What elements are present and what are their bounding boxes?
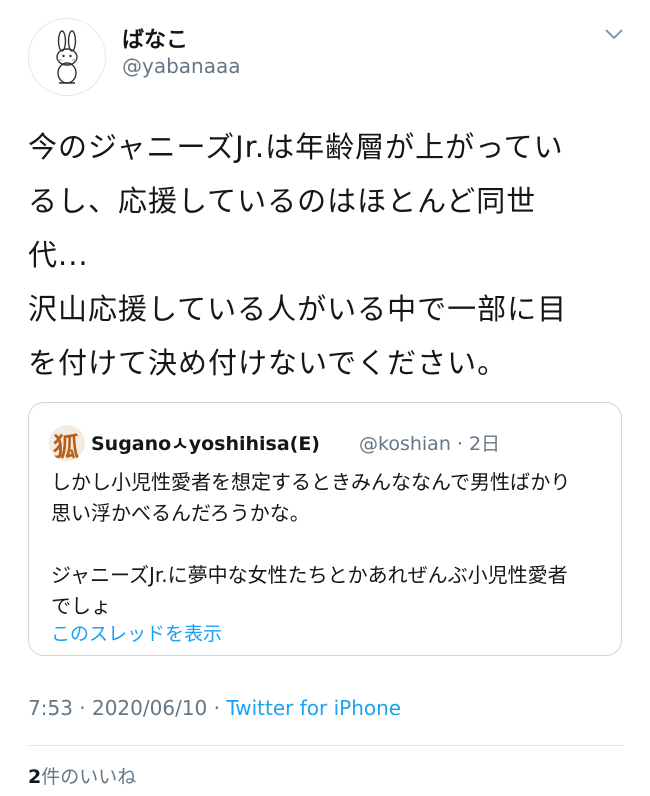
show-thread-link[interactable]: このスレッドを表示: [51, 619, 222, 646]
likes-label: 件のいいね: [41, 766, 137, 788]
avatar-rabbit-icon: [56, 30, 78, 84]
avatar[interactable]: [28, 18, 106, 96]
divider: [28, 745, 624, 746]
display-name[interactable]: ばなこ: [122, 22, 188, 54]
likes-number: 2: [28, 766, 42, 788]
likes-count[interactable]: 2件のいいね: [28, 762, 136, 789]
source-link[interactable]: Twitter for iPhone: [226, 696, 401, 720]
chevron-down-icon[interactable]: [600, 24, 628, 44]
tweet-header: ばなこ @yabanaaa: [28, 18, 628, 96]
fox-avatar-icon: 狐: [49, 425, 85, 461]
tweet-meta: 7:53 · 2020/06/10 · Twitter for iPhone: [28, 696, 401, 720]
quoted-tweet[interactable]: 狐 Suganoㅅyoshihisa(E) @koshian · 2日 しかし小…: [28, 402, 622, 656]
tweet-text: 今のジャニーズJr.は年齢層が上がってい るし、応援しているのはほとんど同世 代…: [28, 130, 568, 380]
user-handle[interactable]: @yabanaaa: [122, 54, 241, 78]
quoted-display-name: Suganoㅅyoshihisa(E): [91, 433, 320, 455]
quoted-tweet-text: しかし小児性愛者を想定するときみんななんで男性ばかり 思い浮かべるんだろうかな。…: [51, 470, 571, 618]
quoted-handle-time: @koshian · 2日: [359, 433, 501, 455]
timestamp: 7:53 · 2020/06/10 ·: [28, 696, 227, 720]
quoted-avatar-glyph: 狐: [53, 433, 80, 461]
